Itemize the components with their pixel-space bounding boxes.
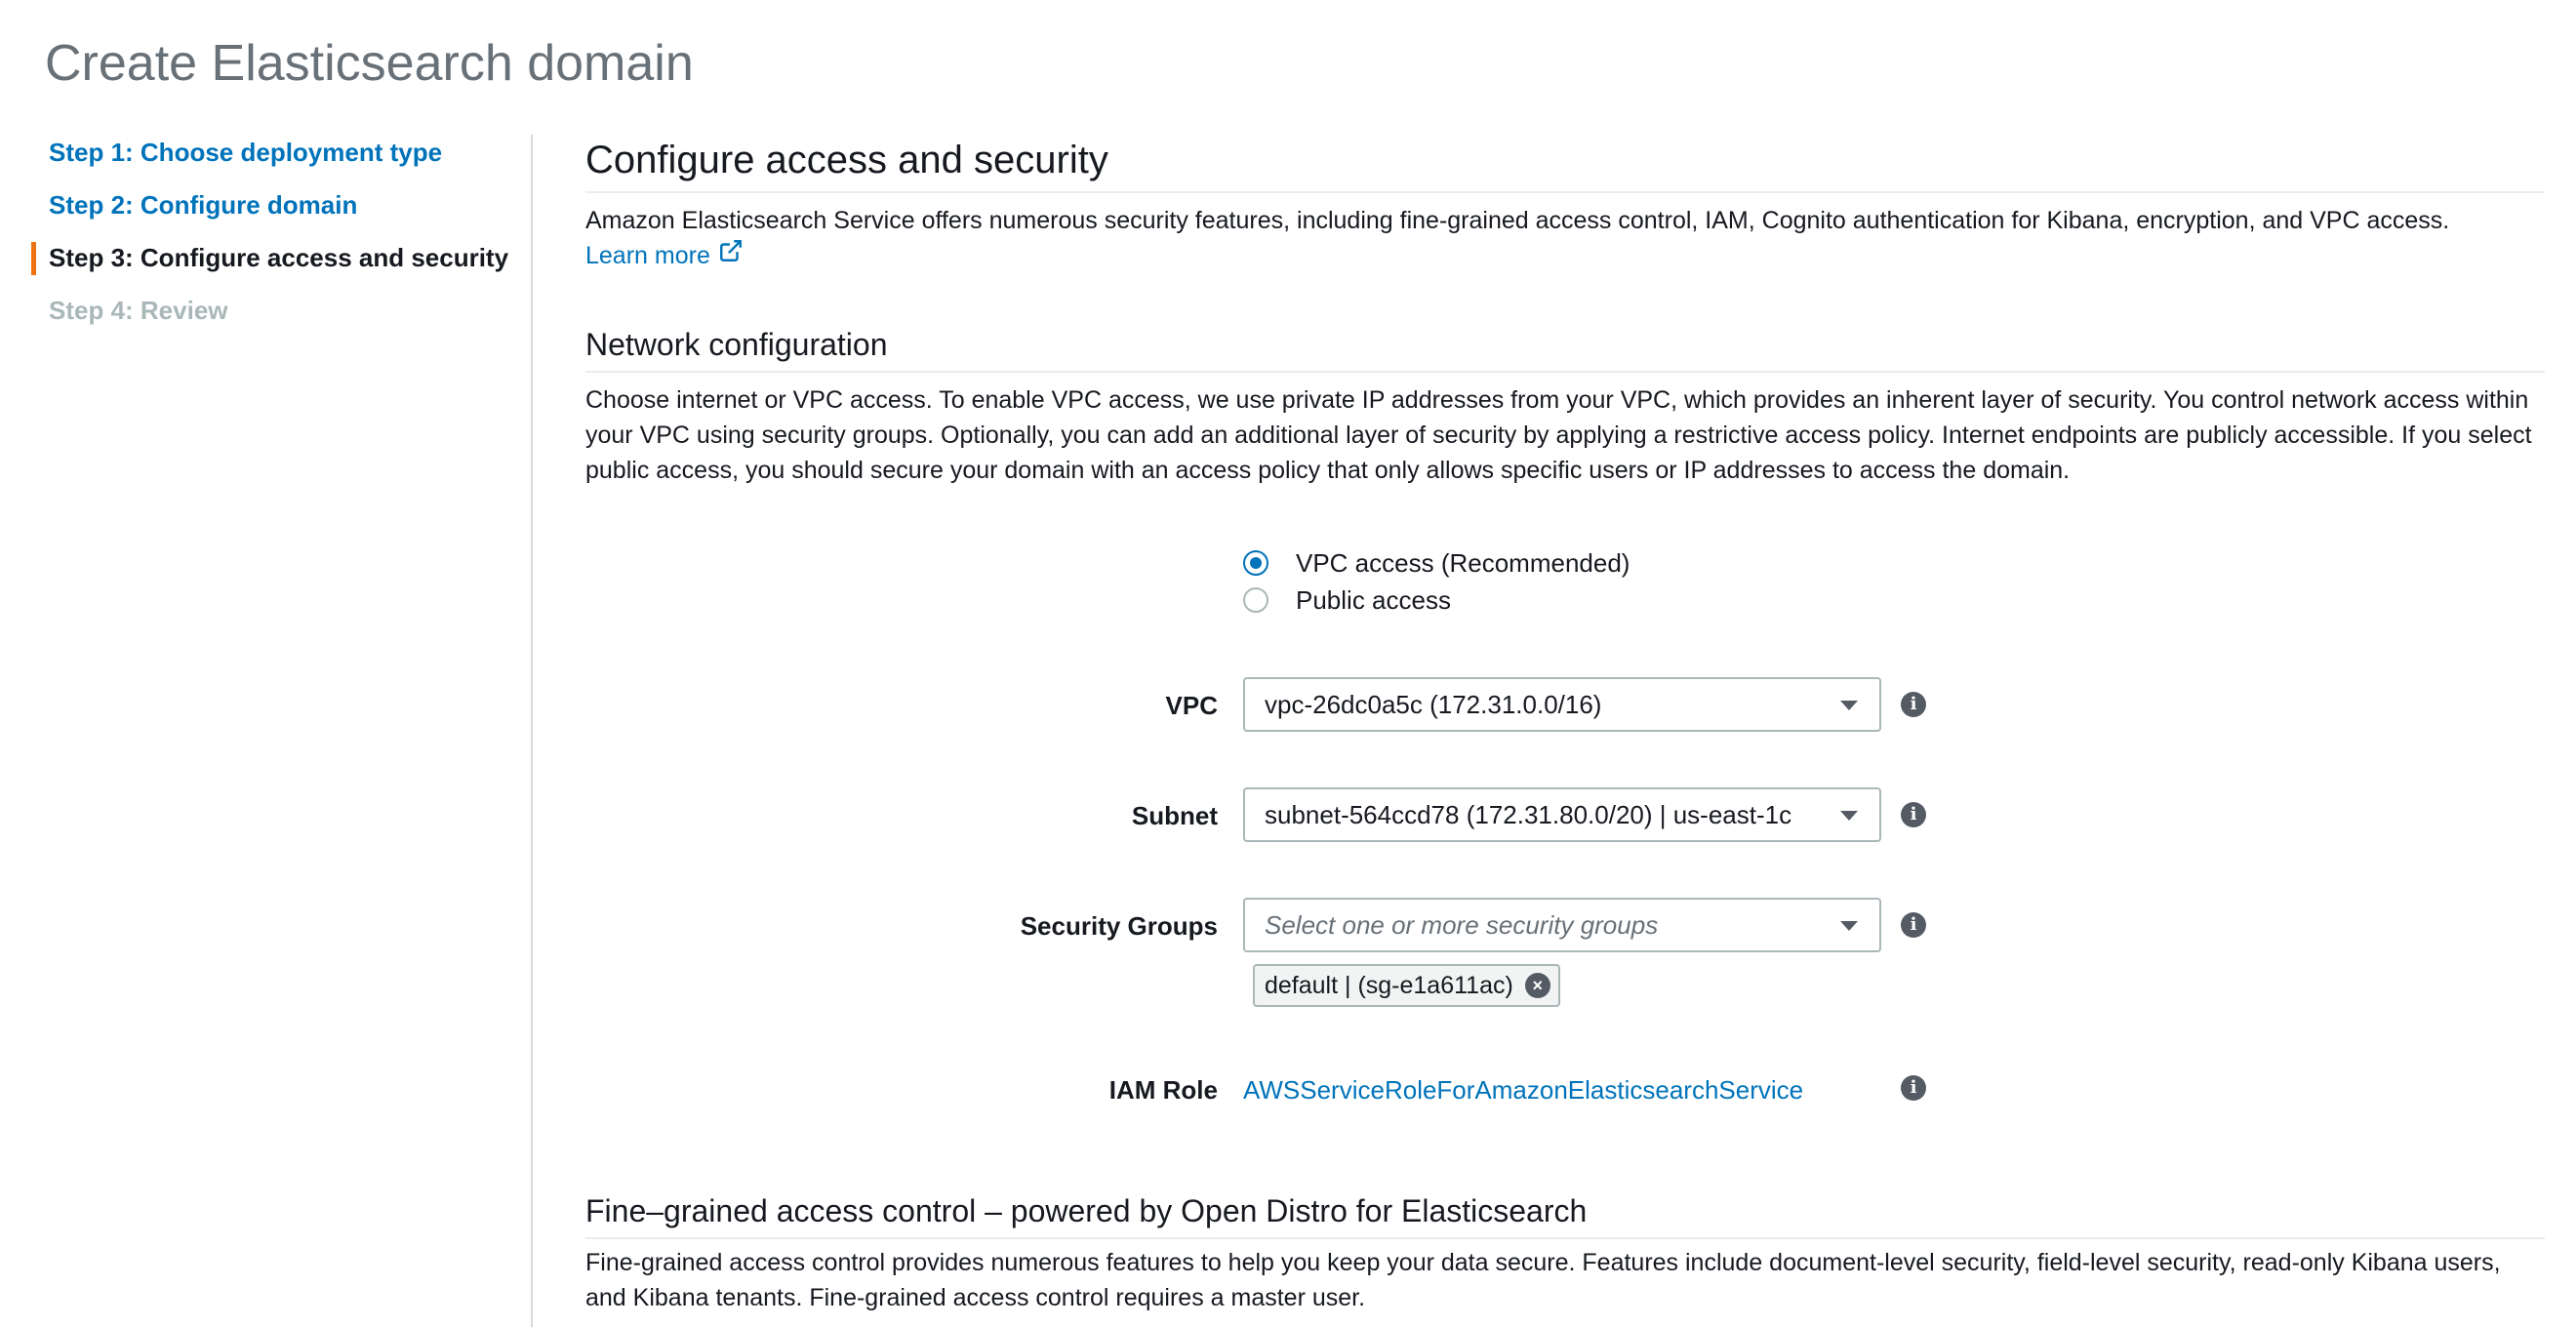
caret-down-icon bbox=[1840, 921, 1858, 931]
subnet-select[interactable]: subnet-564ccd78 (172.31.80.0/20) | us-ea… bbox=[1243, 787, 1881, 842]
access-type-radio-group: VPC access (Recommended) Public access bbox=[1243, 544, 1630, 619]
iam-role-label: IAM Role bbox=[1108, 1075, 1218, 1105]
security-groups-select[interactable]: Select one or more security groups bbox=[1243, 898, 1881, 952]
network-configuration-description: Choose internet or VPC access. To enable… bbox=[585, 386, 2532, 484]
radio-button[interactable] bbox=[1243, 587, 1268, 613]
security-groups-label: Security Groups bbox=[1020, 911, 1218, 941]
step-choose-deployment-type[interactable]: Step 1: Choose deployment type bbox=[31, 131, 519, 183]
vpc-label: VPC bbox=[1165, 691, 1218, 720]
section-title: Configure access and security bbox=[585, 131, 2545, 193]
radio-public-access[interactable]: Public access bbox=[1243, 582, 1630, 619]
section-description: Amazon Elasticsearch Service offers nume… bbox=[585, 203, 2545, 273]
remove-token-icon[interactable]: × bbox=[1524, 973, 1550, 998]
learn-more-label: Learn more bbox=[585, 242, 710, 269]
info-icon[interactable]: i bbox=[1901, 912, 1926, 938]
step-configure-access-security: Step 3: Configure access and security bbox=[31, 236, 519, 289]
radio-label-vpc: VPC access (Recommended) bbox=[1296, 547, 1630, 578]
step-review: Step 4: Review bbox=[49, 296, 228, 325]
network-configuration-title: Network configuration bbox=[585, 320, 2545, 373]
sidebar-divider bbox=[531, 135, 533, 1327]
info-icon[interactable]: i bbox=[1901, 802, 1926, 827]
main-content: Configure access and security Amazon Ela… bbox=[585, 131, 2545, 1311]
external-link-icon bbox=[718, 238, 744, 273]
vpc-select[interactable]: vpc-26dc0a5c (172.31.0.0/16) bbox=[1243, 677, 1881, 732]
wizard-steps: Step 1: Choose deployment type Step 2: C… bbox=[31, 131, 519, 342]
security-groups-placeholder: Select one or more security groups bbox=[1265, 909, 1659, 940]
caret-down-icon bbox=[1840, 701, 1858, 710]
page-title: Create Elasticsearch domain bbox=[45, 35, 694, 92]
access-security-section: Configure access and security Amazon Ela… bbox=[585, 131, 2545, 273]
network-configuration-section: Network configuration Choose internet or… bbox=[585, 320, 2545, 488]
info-icon[interactable]: i bbox=[1901, 692, 1926, 717]
security-group-token-label: default | (sg-e1a611ac) bbox=[1265, 971, 1513, 999]
section-description-text: Amazon Elasticsearch Service offers nume… bbox=[585, 207, 2450, 234]
subnet-select-value: subnet-564ccd78 (172.31.80.0/20) | us-ea… bbox=[1265, 799, 1792, 829]
radio-vpc-access[interactable]: VPC access (Recommended) bbox=[1243, 544, 1630, 582]
vpc-select-value: vpc-26dc0a5c (172.31.0.0/16) bbox=[1265, 689, 1602, 719]
caret-down-icon bbox=[1840, 811, 1858, 821]
fgac-title: Fine–grained access control – powered by… bbox=[585, 1186, 2545, 1239]
subnet-label: Subnet bbox=[1131, 801, 1218, 830]
security-group-token: default | (sg-e1a611ac) × bbox=[1253, 964, 1560, 1007]
radio-label-public: Public access bbox=[1296, 584, 1451, 615]
fine-grained-access-control-section: Fine–grained access control – powered by… bbox=[585, 1186, 2545, 1315]
step-configure-domain[interactable]: Step 2: Configure domain bbox=[31, 183, 519, 236]
iam-role-link[interactable]: AWSServiceRoleForAmazonElasticsearchServ… bbox=[1243, 1075, 1803, 1106]
info-icon[interactable]: i bbox=[1901, 1075, 1926, 1101]
radio-button-checked[interactable] bbox=[1243, 550, 1268, 576]
fgac-description: Fine-grained access control provides num… bbox=[585, 1249, 2501, 1311]
learn-more-link[interactable]: Learn more bbox=[585, 238, 744, 273]
